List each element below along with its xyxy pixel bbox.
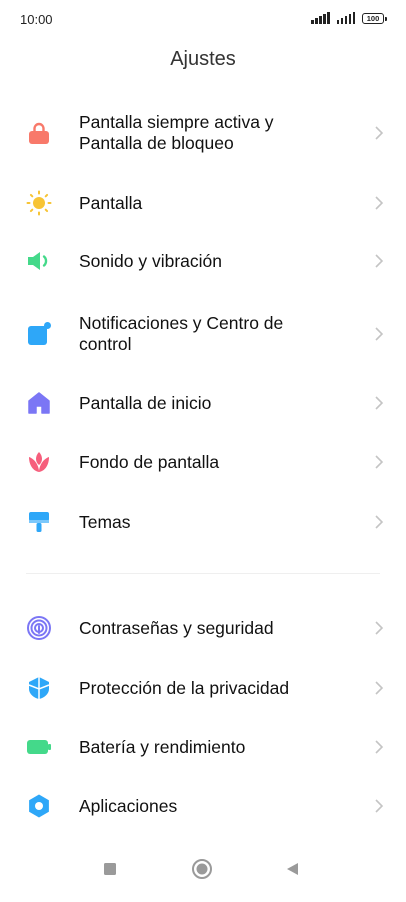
settings-item-label: Pantalla — [79, 192, 143, 213]
signal-icon — [336, 12, 355, 24]
settings-item-label: Aplicaciones — [79, 795, 178, 816]
chevron-right-icon — [372, 124, 386, 142]
chevron-right-icon — [372, 797, 386, 815]
notification-icon — [26, 321, 52, 347]
chevron-right-icon — [372, 252, 386, 270]
chevron-right-icon — [372, 679, 386, 697]
battery-status-icon: 100 — [362, 13, 387, 24]
flower-icon — [26, 449, 52, 475]
settings-item-label: Notificaciones y Centro de control — [79, 313, 284, 354]
speaker-icon — [26, 248, 52, 274]
settings-item-home-screen[interactable]: Pantalla de inicio — [0, 390, 406, 416]
paintbrush-icon — [26, 509, 52, 535]
settings-item-label: Temas — [79, 511, 131, 532]
settings-item-label: Pantalla siempre activa y Pantalla de blo… — [79, 112, 274, 153]
fingerprint-icon — [26, 615, 52, 641]
battery-level: 100 — [366, 13, 380, 23]
settings-item-label: Batería y rendimiento — [79, 736, 246, 757]
status-time: 10:00 — [20, 12, 53, 27]
page-title: Ajustes — [170, 48, 236, 70]
chevron-right-icon — [372, 453, 386, 471]
settings-item-notifications[interactable]: Notificaciones y Centro de control — [0, 309, 406, 359]
settings-item-label: Contraseñas y seguridad — [79, 617, 274, 638]
signal-icon — [311, 12, 330, 24]
home-button-icon[interactable] — [189, 856, 215, 882]
chevron-right-icon — [372, 194, 386, 212]
chevron-right-icon — [372, 619, 386, 637]
settings-item-sound[interactable]: Sonido y vibración — [0, 248, 406, 274]
lock-icon — [26, 120, 52, 146]
settings-item-lock-screen[interactable]: Pantalla siempre activa y Pantalla de blo… — [0, 108, 406, 158]
recents-icon[interactable] — [97, 856, 123, 882]
settings-item-wallpaper[interactable]: Fondo de pantalla — [0, 449, 406, 475]
settings-item-themes[interactable]: Temas — [0, 509, 406, 535]
settings-item-battery[interactable]: Batería y rendimiento — [0, 734, 406, 760]
home-icon — [26, 390, 52, 416]
chevron-right-icon — [372, 394, 386, 412]
settings-item-label: Fondo de pantalla — [79, 451, 220, 472]
settings-item-apps[interactable]: Aplicaciones — [0, 793, 406, 819]
settings-item-passwords-security[interactable]: Contraseñas y seguridad — [0, 615, 406, 641]
navigation-bar — [0, 842, 406, 902]
settings-item-label: Sonido y vibración — [79, 250, 222, 271]
chevron-right-icon — [372, 738, 386, 756]
settings-item-label: Protección de la privacidad — [79, 677, 290, 698]
status-icons: 100 — [311, 12, 387, 24]
shield-icon — [26, 675, 52, 701]
settings-item-label: Pantalla de inicio — [79, 392, 212, 413]
back-icon[interactable] — [279, 856, 305, 882]
sun-icon — [26, 190, 52, 216]
section-divider — [26, 573, 380, 574]
status-bar: 10:00 100 — [0, 0, 406, 40]
settings-item-privacy[interactable]: Protección de la privacidad — [0, 675, 406, 701]
settings-item-display[interactable]: Pantalla — [0, 190, 406, 216]
gear-icon — [26, 793, 52, 819]
battery-icon — [26, 734, 52, 760]
chevron-right-icon — [372, 513, 386, 531]
chevron-right-icon — [372, 325, 386, 343]
